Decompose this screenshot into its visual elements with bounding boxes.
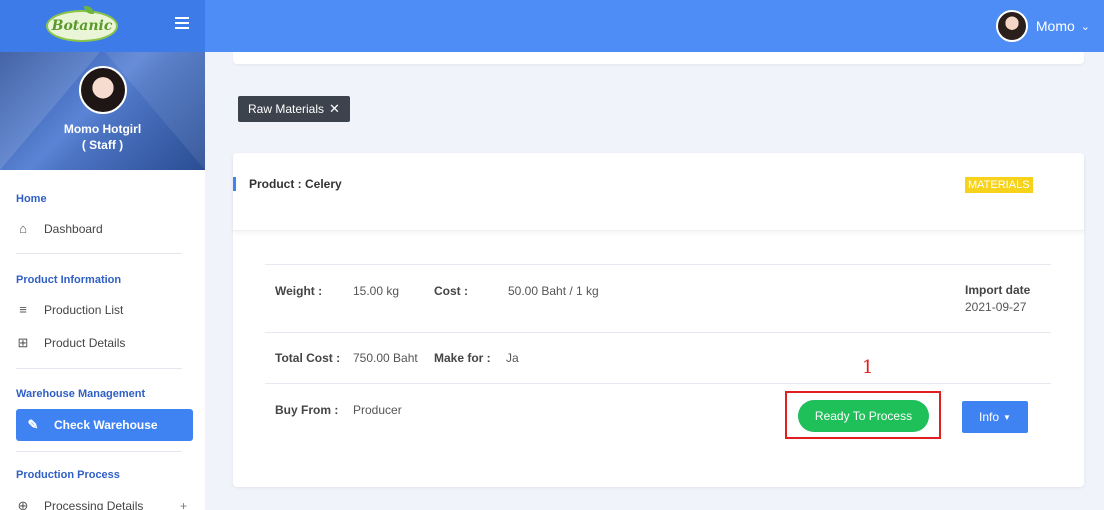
sidebar-divider bbox=[16, 368, 182, 369]
chevron-down-icon: ⌄ bbox=[1080, 20, 1090, 33]
logo-text: Botanic bbox=[51, 18, 113, 34]
sidebar-item-product-details[interactable]: ⊞ Product Details bbox=[16, 327, 193, 359]
total-cost-value: 750.00 Baht bbox=[353, 351, 418, 365]
app-logo[interactable]: Botanic bbox=[46, 6, 118, 42]
sidebar-item-label: Production List bbox=[44, 303, 124, 317]
buy-from-value: Producer bbox=[353, 403, 402, 417]
sidebar-item-production-list[interactable]: ≡ Production List bbox=[16, 294, 193, 326]
sidebar-item-processing-details[interactable]: ⊕ Processing Details + bbox=[16, 490, 193, 510]
weight-label: Weight : bbox=[275, 284, 323, 298]
sidebar-item-label: Product Details bbox=[44, 336, 126, 350]
make-for-label: Make for : bbox=[434, 351, 491, 365]
profile-name: Momo Hotgirl bbox=[63, 122, 142, 136]
caret-down-icon: ▼ bbox=[1003, 412, 1011, 422]
globe-icon: ⊕ bbox=[17, 498, 29, 510]
logo-area: Botanic bbox=[0, 0, 205, 52]
top-navbar: Botanic Momo ⌄ bbox=[0, 0, 1104, 52]
section-title-warehouse-management: Warehouse Management bbox=[16, 388, 146, 400]
previous-card bbox=[233, 52, 1084, 64]
product-title: Product : Celery bbox=[249, 177, 342, 191]
import-date-label: Import date bbox=[965, 283, 1031, 297]
import-date-value: 2021-09-27 bbox=[965, 300, 1027, 314]
sidebar-item-label: Check Warehouse bbox=[54, 418, 158, 432]
cost-value: 50.00 Baht / 1 kg bbox=[508, 284, 599, 298]
user-menu[interactable]: Momo ⌄ bbox=[995, 8, 1090, 44]
filter-chip-raw-materials[interactable]: Raw Materials ✕ bbox=[238, 96, 350, 122]
weight-value: 15.00 kg bbox=[353, 284, 400, 298]
row-divider bbox=[265, 383, 1051, 384]
info-button-label: Info bbox=[979, 410, 1000, 424]
product-card-header: Product : Celery MATERIALS bbox=[233, 153, 1084, 231]
header-accent bbox=[233, 177, 236, 191]
section-title-production-process: Production Process bbox=[16, 469, 120, 481]
sidebar-divider bbox=[16, 253, 182, 254]
make-for-value: Ja bbox=[506, 351, 519, 365]
row-divider bbox=[265, 264, 1051, 265]
expand-icon: + bbox=[179, 499, 187, 510]
status-badge: MATERIALS bbox=[965, 177, 1033, 193]
product-card: Product : Celery MATERIALS bbox=[233, 153, 1084, 487]
menu-toggle-icon[interactable] bbox=[175, 17, 189, 31]
total-cost-label: Total Cost : bbox=[275, 351, 341, 365]
cost-label: Cost : bbox=[434, 284, 468, 298]
annotation-number: 1 bbox=[862, 357, 874, 378]
sidebar-item-dashboard[interactable]: ⌂ Dashboard bbox=[16, 213, 193, 245]
ready-to-process-button[interactable]: Ready To Process bbox=[798, 400, 929, 432]
profile-role: ( Staff ) bbox=[81, 138, 124, 152]
filter-chip-label: Raw Materials bbox=[248, 102, 325, 116]
user-avatar bbox=[995, 10, 1028, 42]
sidebar-item-label: Processing Details bbox=[44, 499, 144, 510]
buy-from-label: Buy From : bbox=[275, 403, 339, 417]
profile-avatar bbox=[79, 66, 127, 114]
leaf-icon bbox=[84, 6, 94, 14]
section-title-product-information: Product Information bbox=[16, 274, 122, 286]
close-icon[interactable]: ✕ bbox=[329, 101, 340, 117]
sidebar-item-check-warehouse[interactable]: ✎ Check Warehouse bbox=[16, 409, 193, 441]
sidebar-item-label: Dashboard bbox=[44, 222, 103, 236]
sidebar-divider bbox=[16, 451, 182, 452]
edit-icon: ✎ bbox=[27, 417, 39, 432]
user-name: Momo bbox=[1035, 18, 1075, 34]
profile-card: Momo Hotgirl ( Staff ) bbox=[0, 52, 205, 170]
home-icon: ⌂ bbox=[19, 221, 27, 236]
info-dropdown-button[interactable]: Info ▼ bbox=[962, 401, 1028, 433]
section-title-home: Home bbox=[16, 193, 47, 205]
list-icon: ≡ bbox=[19, 302, 27, 317]
row-divider bbox=[265, 332, 1051, 333]
grid-icon: ⊞ bbox=[17, 335, 29, 350]
